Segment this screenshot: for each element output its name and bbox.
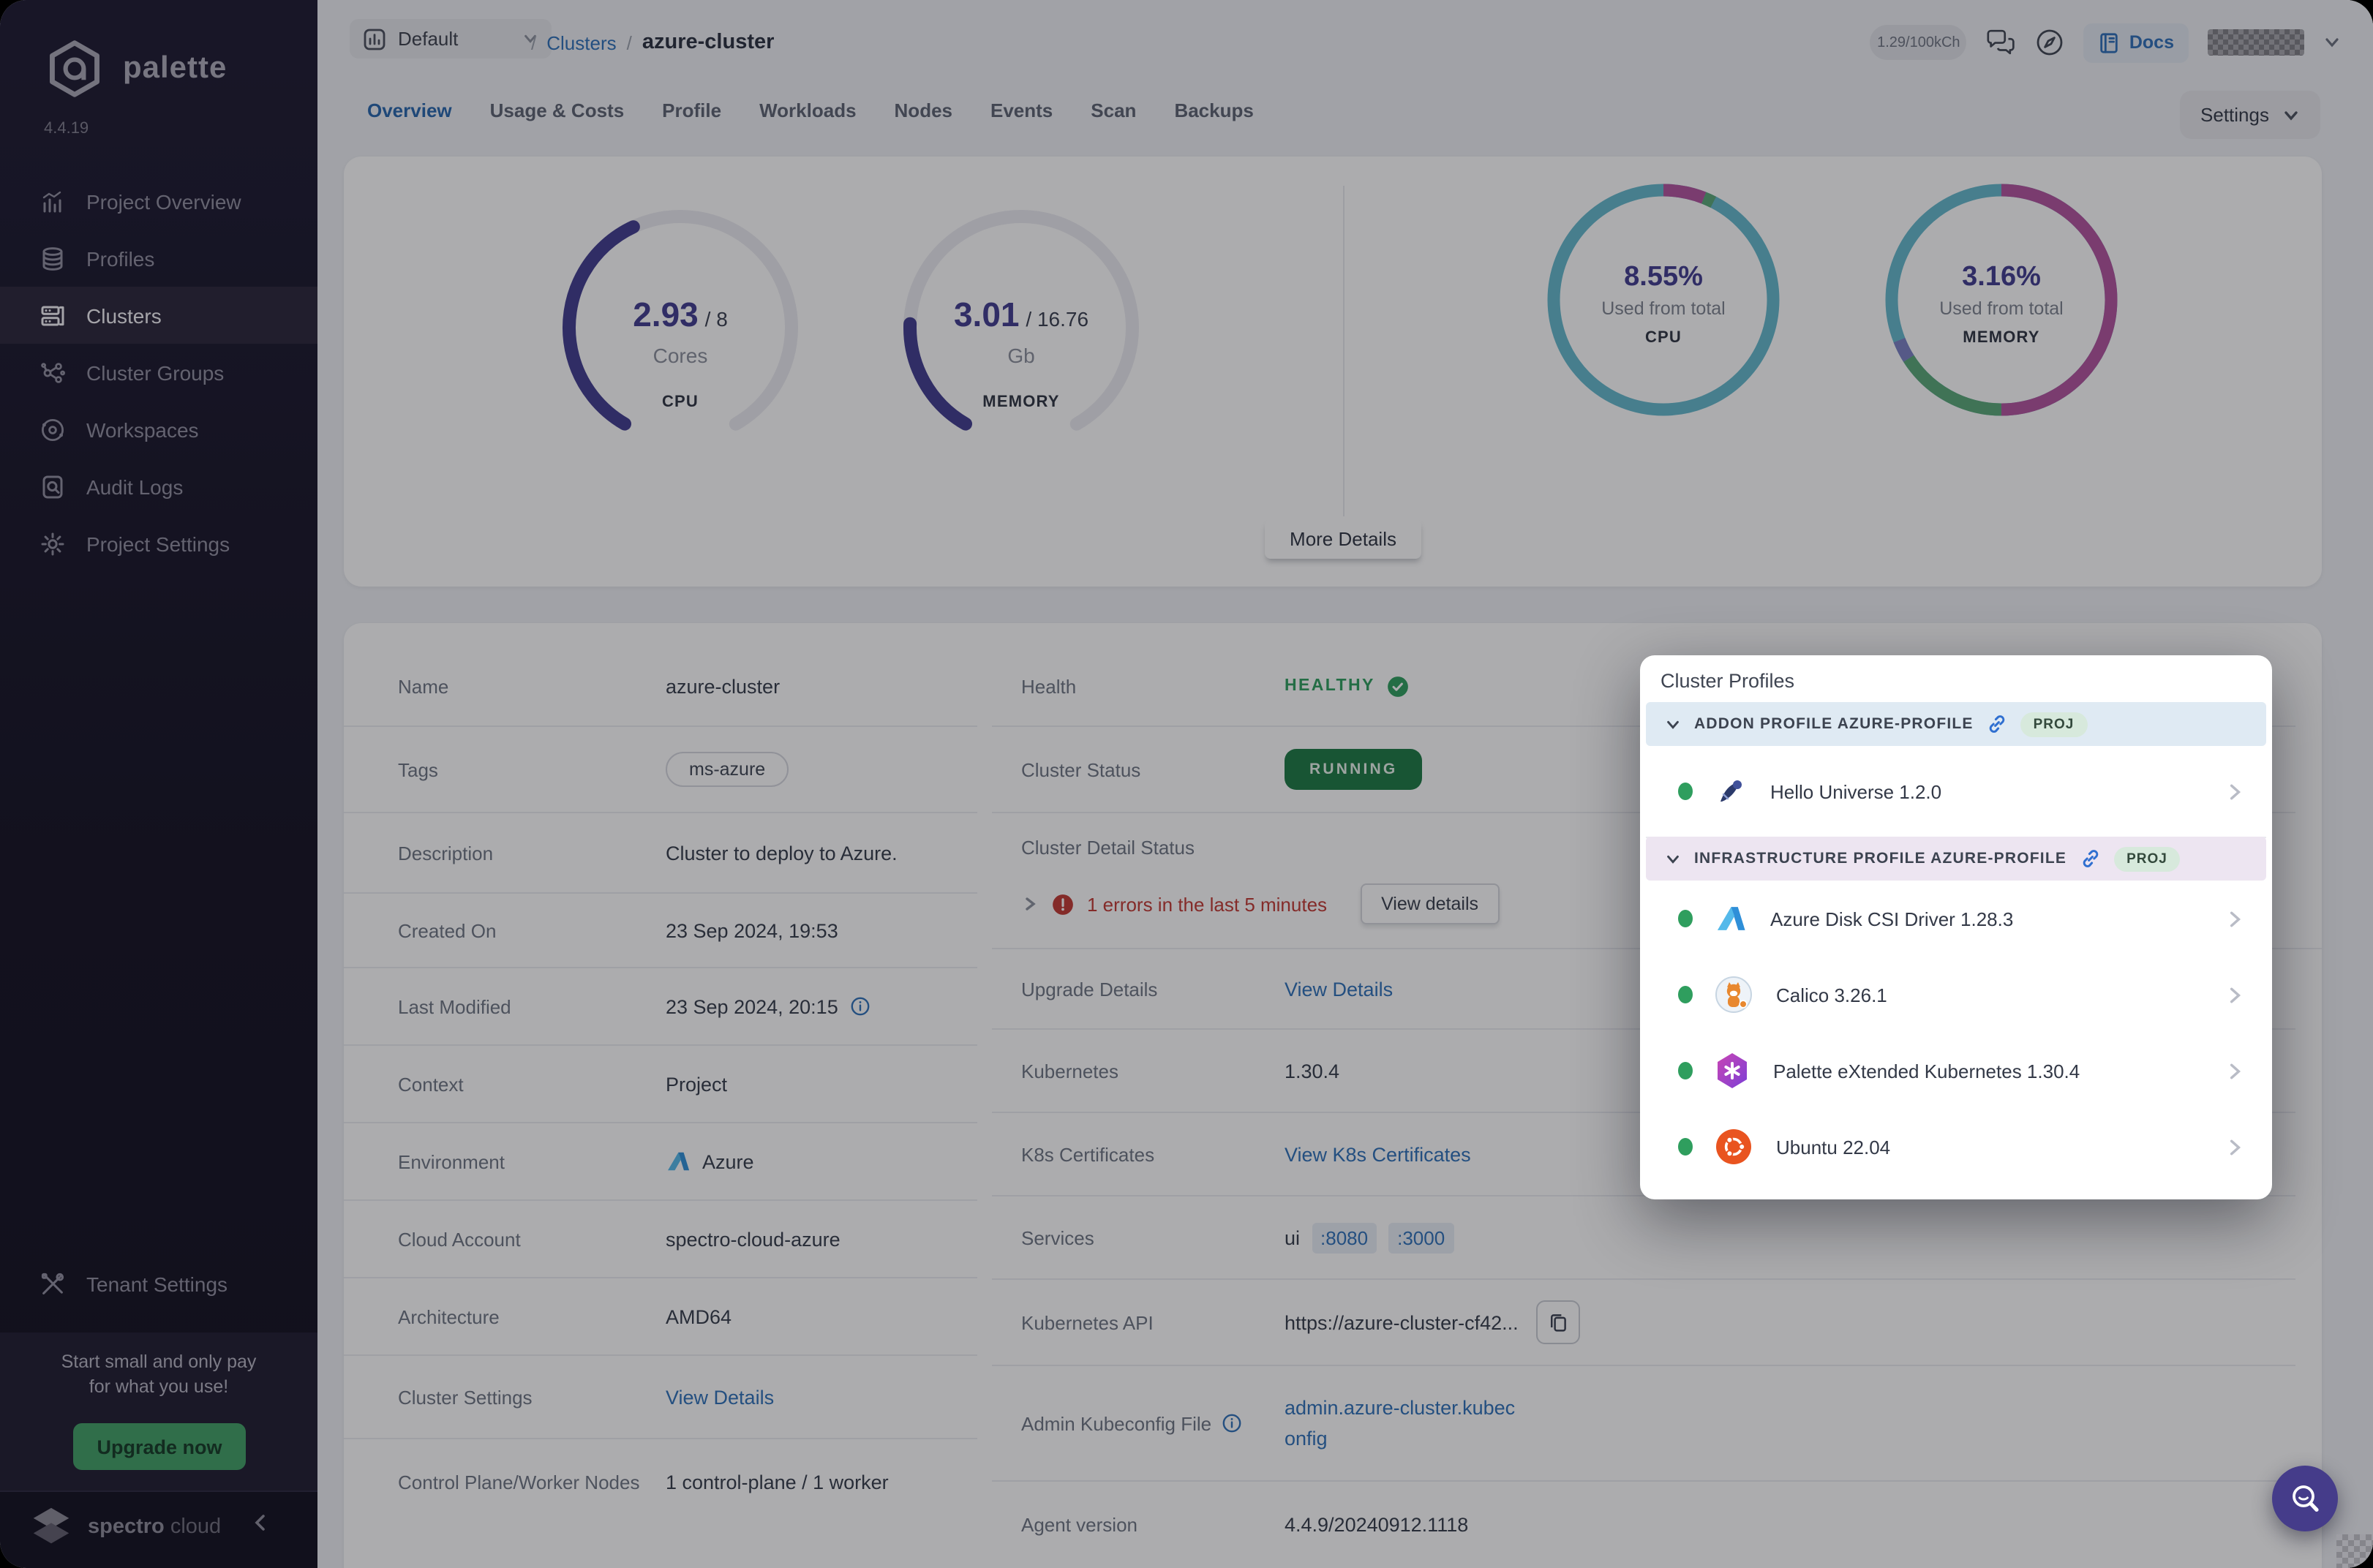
scope-badge: PROJ [2113, 846, 2181, 871]
chevron-right-icon [2225, 1061, 2244, 1080]
profile-layer-ubuntu[interactable]: Ubuntu 22.04 [1646, 1109, 2266, 1185]
chevron-right-icon [2225, 1137, 2244, 1156]
chevron-right-icon [2225, 782, 2244, 801]
status-dot [1678, 783, 1693, 800]
chevron-right-icon [2225, 985, 2244, 1004]
azure-icon [1715, 904, 1747, 933]
support-search-fab[interactable] [2272, 1466, 2338, 1531]
app-window: palette 4.4.19 Project Overview Profiles [0, 0, 2373, 1568]
profile-layer-pxk[interactable]: Palette eXtended Kubernetes 1.30.4 [1646, 1033, 2266, 1110]
chevron-right-icon [2225, 909, 2244, 928]
link-icon [1987, 714, 2007, 734]
status-dot [1678, 986, 1693, 1003]
cluster-profiles-panel: Cluster Profiles ADDON PROFILE AZURE-PRO… [1640, 655, 2272, 1199]
profile-layer-calico[interactable]: Calico 3.26.1 [1646, 957, 2266, 1034]
profile-layer-hello-universe[interactable]: Hello Universe 1.2.0 [1646, 746, 2266, 838]
scope-badge: PROJ [2020, 712, 2088, 736]
status-dot [1678, 1062, 1693, 1079]
addon-profile-header[interactable]: ADDON PROFILE AZURE-PROFILE PROJ [1646, 702, 2266, 746]
status-dot [1678, 910, 1693, 927]
ubuntu-icon [1715, 1128, 1753, 1166]
redacted-corner-patch [2336, 1534, 2373, 1568]
infrastructure-profile-header[interactable]: INFRASTRUCTURE PROFILE AZURE-PROFILE PRO… [1646, 837, 2266, 881]
panel-title: Cluster Profiles [1661, 670, 1794, 692]
link-icon [2080, 848, 2100, 869]
pxk-hexagon-icon [1715, 1052, 1750, 1090]
hello-universe-icon [1715, 775, 1747, 807]
profile-layer-azure-disk-csi[interactable]: Azure Disk CSI Driver 1.28.3 [1646, 881, 2266, 958]
calico-icon [1715, 976, 1753, 1014]
status-dot [1678, 1138, 1693, 1156]
